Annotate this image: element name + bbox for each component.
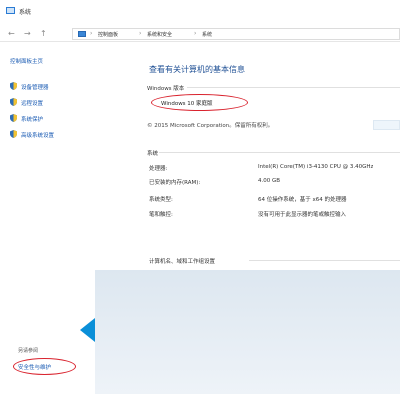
see-also-label: 另请参阅: [18, 348, 39, 354]
section-divider: [159, 152, 400, 153]
overlay-panel: [95, 270, 400, 394]
breadcrumb-separator: ›: [139, 30, 142, 37]
forward-button[interactable]: →: [24, 29, 31, 38]
control-panel-icon: [78, 31, 86, 37]
sidebar-item-label: 高级系统设置: [21, 133, 55, 139]
system-type-label: 系统类型:: [149, 197, 173, 203]
system-type-value: 64 位操作系统，基于 x64 的处理器: [258, 197, 347, 203]
breadcrumb-separator: ›: [194, 30, 197, 37]
pen-touch-label: 笔和触控:: [149, 212, 173, 218]
copyright-text: © 2015 Microsoft Corporation。保留所有权利。: [147, 123, 274, 129]
section-divider: [249, 260, 400, 261]
overlay-pointer-arrow: [80, 318, 95, 342]
sidebar: 控制面板主页 设备管理器 远程设置 系统保护 高级系统设置 另请参阅 安全性与维…: [0, 44, 92, 394]
highlight-oval-edition: [151, 94, 248, 111]
processor-value: Intel(R) Core(TM) i3-4130 CPU @ 3.40GHz: [258, 164, 374, 170]
processor-label: 处理器:: [149, 166, 168, 172]
breadcrumb-separator: ›: [90, 30, 93, 37]
system-window-icon: [6, 7, 15, 14]
windows-logo-area: [373, 120, 400, 130]
pen-touch-value: 没有可用于此显示器的笔或触控输入: [258, 212, 347, 218]
breadcrumb-system-security[interactable]: 系统和安全: [147, 31, 172, 38]
computer-name-section-label: 计算机名、域和工作组设置: [149, 259, 216, 265]
memory-label: 已安装的内存(RAM):: [149, 180, 201, 186]
page-title: 查看有关计算机的基本信息: [149, 65, 245, 74]
system-section-label: 系统: [147, 151, 159, 157]
windows-edition-section-label: Windows 版本: [147, 86, 185, 92]
breadcrumb-control-panel[interactable]: 控制面板: [98, 31, 118, 38]
sidebar-item-label: 设备管理器: [21, 85, 49, 91]
sidebar-item-label: 远程设置: [21, 101, 44, 107]
highlight-oval-security: [13, 358, 76, 375]
shield-icon: [10, 98, 17, 106]
address-bar[interactable]: › 控制面板 › 系统和安全 › 系统: [72, 28, 400, 40]
section-divider: [187, 87, 400, 88]
back-button[interactable]: ←: [8, 29, 15, 38]
shield-icon: [10, 114, 17, 122]
shield-icon: [10, 82, 17, 90]
navigation-bar: ← → ↑ › 控制面板 › 系统和安全 › 系统: [0, 26, 400, 42]
shield-icon: [10, 130, 17, 138]
window-title: 系统: [19, 9, 32, 16]
title-bar: 系统: [0, 0, 400, 22]
breadcrumb-system[interactable]: 系统: [202, 31, 212, 38]
memory-value: 4.00 GB: [258, 178, 281, 184]
control-panel-home-link[interactable]: 控制面板主页: [10, 57, 43, 65]
up-button[interactable]: ↑: [40, 29, 47, 38]
sidebar-item-label: 系统保护: [21, 117, 44, 123]
